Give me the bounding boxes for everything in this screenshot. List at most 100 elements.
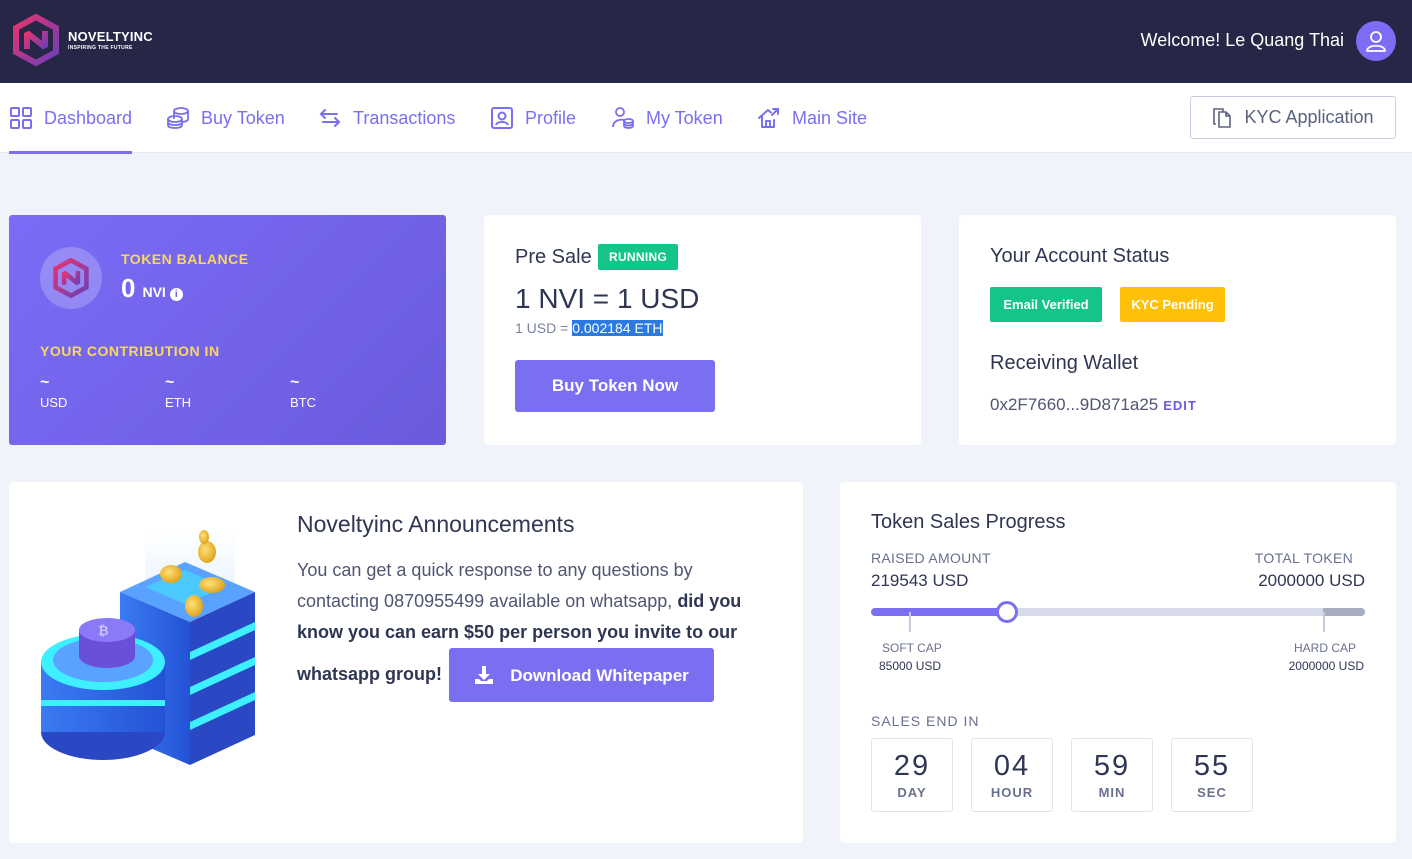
eth-rate-value: 0.002184 ETH <box>572 320 663 336</box>
svg-text:₿: ₿ <box>98 624 109 639</box>
sales-progress-bar <box>871 601 1365 623</box>
announcements-text: You can get a quick response to any ques… <box>297 555 767 702</box>
hard-cap-label: HARD CAP <box>1293 641 1356 655</box>
contribution-eth: ~ ETH <box>165 375 191 411</box>
raised-amount-value: 219543 USD <box>871 571 969 590</box>
token-logo <box>40 247 102 309</box>
countdown-minutes: 59 MIN <box>1071 738 1153 812</box>
crypto-server-illustration: ₿ <box>41 527 255 765</box>
countdown-hours: 04 HOUR <box>971 738 1053 812</box>
pre-sale-title: Pre Sale <box>515 246 592 268</box>
brand-name: NOVELTYINC <box>68 29 153 44</box>
nav-transactions-label: Transactions <box>353 107 456 128</box>
pre-sale-card: Pre Sale RUNNING 1 NVI = 1 USD 1 USD = 0… <box>484 215 921 445</box>
user-coins-icon <box>612 107 634 129</box>
countdown-days-unit: DAY <box>897 785 927 800</box>
status-badge: RUNNING <box>598 244 679 270</box>
hard-cap-tick <box>1323 612 1325 632</box>
token-logo-icon <box>53 258 89 298</box>
exchange-arrows-icon <box>320 109 340 127</box>
total-token-label: TOTAL TOKEN <box>1254 550 1353 566</box>
nav-main-site-label: Main Site <box>792 107 868 128</box>
download-whitepaper-button[interactable]: Download Whitepaper <box>449 648 715 702</box>
countdown-days: 29 DAY <box>871 738 953 812</box>
main-nav: Dashboard Buy Token Transactions Profile… <box>0 83 1412 154</box>
contribution-usd-value: ~ <box>40 374 50 391</box>
countdown-hours-unit: HOUR <box>990 785 1034 800</box>
sales-end-label: SALES END IN <box>871 713 980 729</box>
brand-logo[interactable]: NOVELTYINC INSPIRING THE FUTURE <box>10 14 153 66</box>
dashboard-grid-icon <box>10 107 32 129</box>
coins-icon <box>167 107 189 129</box>
kyc-pending-badge[interactable]: KYC Pending <box>1120 287 1225 322</box>
token-balance-card: TOKEN BALANCE 0 NVI i YOUR CONTRIBUTION … <box>9 215 446 445</box>
token-balance-unit: NVI <box>142 284 166 300</box>
contribution-eth-currency: ETH <box>165 395 191 410</box>
user-icon <box>1366 31 1386 52</box>
contribution-label: YOUR CONTRIBUTION IN <box>40 343 220 359</box>
token-balance-label: TOKEN BALANCE <box>121 251 249 267</box>
contribution-btc: ~ BTC <box>290 374 316 411</box>
token-balance-value: 0 NVI i <box>121 273 183 304</box>
token-sales-progress-card: Token Sales Progress RAISED AMOUNT 21954… <box>840 482 1396 843</box>
account-status-card: Your Account Status Email Verified KYC P… <box>959 215 1396 445</box>
user-avatar[interactable] <box>1356 21 1396 61</box>
nav-dashboard[interactable]: Dashboard <box>9 83 133 154</box>
nav-main-site[interactable]: Main Site <box>757 83 867 153</box>
nav-transactions[interactable]: Transactions <box>318 83 455 153</box>
countdown-minutes-unit: MIN <box>1098 785 1126 800</box>
kyc-application-label: KYC Application <box>1244 107 1374 127</box>
documents-icon <box>1213 107 1232 128</box>
nav-buy-token-label: Buy Token <box>201 107 285 128</box>
countdown-seconds-value: 55 <box>1193 750 1231 782</box>
total-token-value: 2000000 USD <box>1258 571 1365 590</box>
nav-profile[interactable]: Profile <box>490 83 576 153</box>
sales-progress-knob <box>996 601 1018 623</box>
token-balance-amount: 0 <box>121 273 136 303</box>
countdown-minutes-value: 59 <box>1093 750 1131 782</box>
receiving-wallet-title: Receiving Wallet <box>990 352 1139 374</box>
wallet-address: 0x2F7660...9D871a25 <box>990 395 1159 414</box>
sales-progress-fill <box>871 608 1007 616</box>
download-icon <box>475 666 494 684</box>
eth-rate: 1 USD = 0.002184 ETH <box>515 320 663 336</box>
announcement-plain-text: You can get a quick response to any ques… <box>297 560 693 611</box>
hard-cap-segment <box>1323 608 1365 616</box>
nav-dashboard-label: Dashboard <box>44 107 133 128</box>
home-arrow-icon <box>758 108 779 128</box>
nav-my-token[interactable]: My Token <box>611 83 723 153</box>
soft-cap-label: SOFT CAP <box>882 641 942 655</box>
nav-buy-token[interactable]: Buy Token <box>166 83 285 153</box>
contribution-usd-currency: USD <box>40 395 68 410</box>
soft-cap-value: 85000 USD <box>879 659 942 673</box>
account-status-title: Your Account Status <box>990 245 1170 267</box>
contribution-usd: ~ USD <box>40 374 68 411</box>
buy-token-now-button[interactable]: Buy Token Now <box>515 360 715 412</box>
countdown-seconds-unit: SEC <box>1197 785 1227 800</box>
token-rate: 1 NVI = 1 USD <box>515 283 700 314</box>
raised-amount-label: RAISED AMOUNT <box>871 550 991 566</box>
contribution-btc-currency: BTC <box>290 395 316 410</box>
nav-my-token-label: My Token <box>646 107 723 128</box>
email-verified-badge: Email Verified <box>990 287 1102 322</box>
nav-profile-label: Profile <box>525 107 577 128</box>
eth-rate-prefix: 1 USD = <box>515 320 573 336</box>
soft-cap-tick <box>909 612 911 632</box>
countdown-seconds: 55 SEC <box>1171 738 1253 812</box>
edit-wallet-link[interactable]: EDIT <box>1163 398 1197 413</box>
kyc-application-button[interactable]: KYC Application <box>1190 96 1396 139</box>
announcements-title: Noveltyinc Announcements <box>297 511 575 537</box>
announcements-card: ₿ Noveltyinc Announcements You can get a… <box>9 482 803 843</box>
brand-tagline: INSPIRING THE FUTURE <box>68 45 133 51</box>
contribution-btc-value: ~ <box>290 374 300 391</box>
hard-cap-value: 2000000 USD <box>1288 659 1364 673</box>
countdown-days-value: 29 <box>893 750 931 782</box>
brand-logo-icon <box>13 14 59 66</box>
download-whitepaper-label: Download Whitepaper <box>510 665 689 685</box>
profile-card-icon <box>491 107 513 129</box>
token-sales-progress-title: Token Sales Progress <box>871 511 1066 533</box>
welcome-text: Welcome! Le Quang Thai <box>1140 30 1344 50</box>
countdown-hours-value: 04 <box>993 750 1031 782</box>
info-icon[interactable]: i <box>169 288 183 301</box>
wallet-address-row: 0x2F7660...9D871a25 EDIT <box>990 395 1197 415</box>
